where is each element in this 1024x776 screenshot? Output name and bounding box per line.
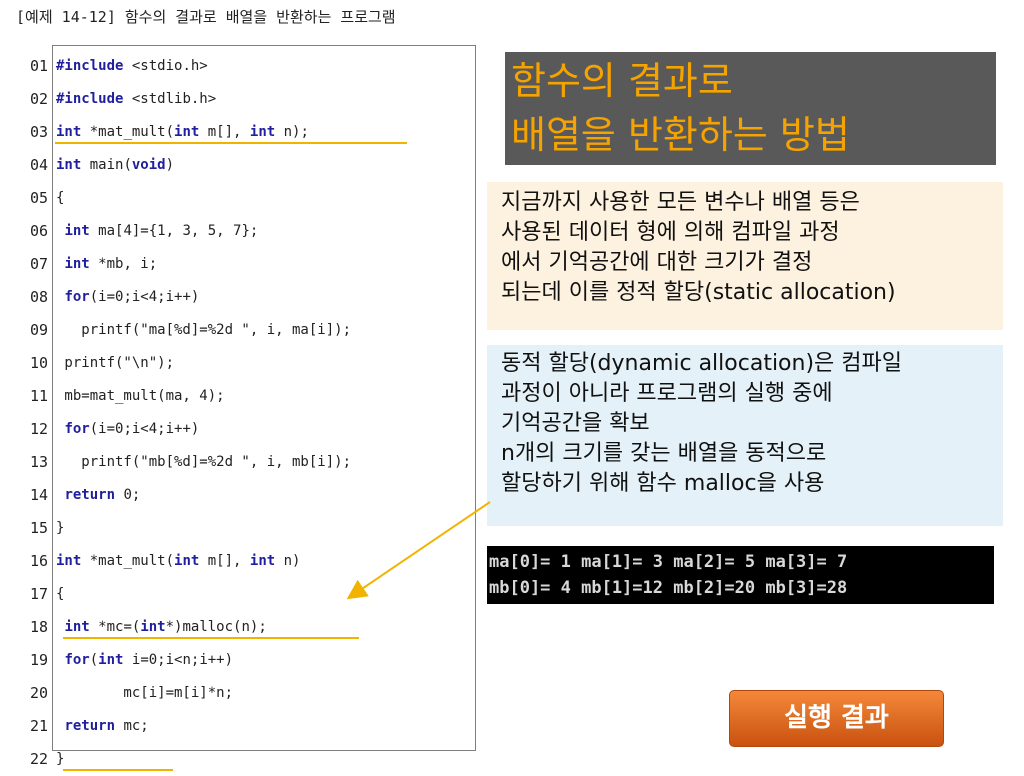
arrow-line bbox=[346, 501, 491, 600]
pointer-arrow bbox=[346, 501, 491, 600]
return-underline bbox=[63, 769, 173, 771]
